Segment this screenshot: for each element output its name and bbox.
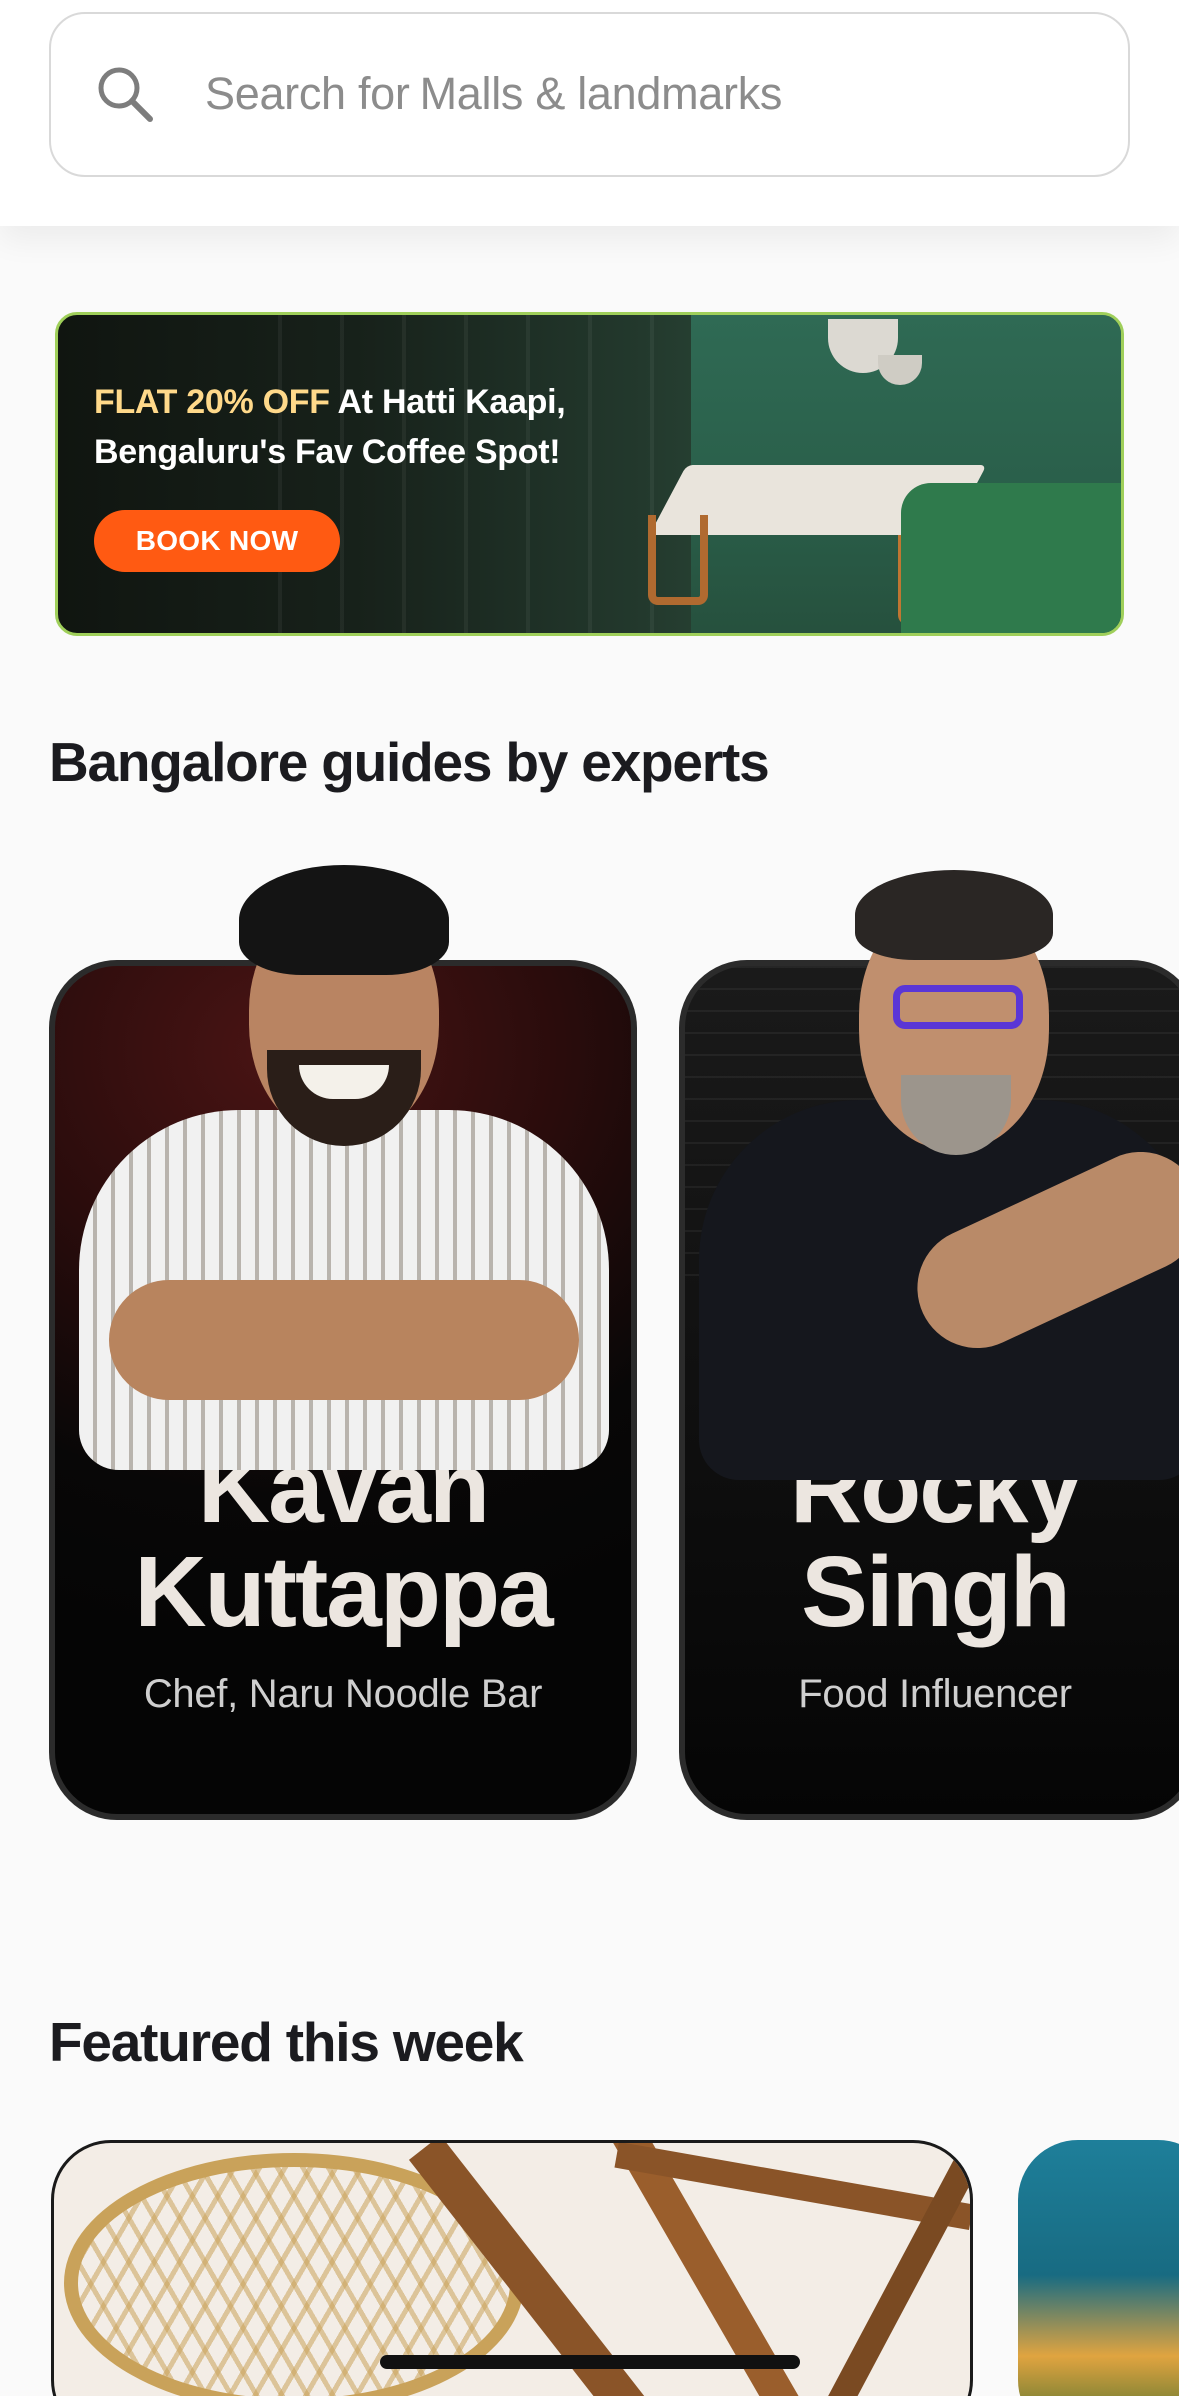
search-prefix: Search for <box>205 68 410 119</box>
hair-decor <box>855 870 1053 960</box>
banner-offer: FLAT 20% OFF <box>94 383 330 421</box>
guides-section-title: Bangalore guides by experts <box>49 731 770 793</box>
banner-headline: FLAT 20% OFF At Hatti Kaapi, Bengaluru's… <box>94 377 566 477</box>
glasses-decor <box>893 985 1023 1029</box>
search-icon <box>98 67 153 122</box>
banner-headline-line2: Bengaluru's Fav Coffee Spot! <box>94 433 561 471</box>
guide-photo-rocky <box>679 860 1179 1480</box>
guide-last-name: Singh <box>801 1536 1071 1648</box>
guide-photo-kavan <box>49 860 637 1470</box>
home-indicator[interactable] <box>380 2355 800 2369</box>
guide-last-name: Kuttappa <box>134 1536 553 1648</box>
guide-role: Chef, Naru Noodle Bar <box>143 1672 543 1716</box>
featured-card-next[interactable] <box>1018 2140 1179 2396</box>
chair-decor <box>648 515 708 605</box>
guide-role: Food Influencer <box>798 1672 1072 1716</box>
featured-section-title: Featured this week <box>49 2011 524 2073</box>
search-header: Search for Malls & landmarks <box>0 0 1179 226</box>
arms-decor <box>109 1280 579 1400</box>
search-input[interactable]: Search for Malls & landmarks <box>49 12 1130 177</box>
promo-banner[interactable]: FLAT 20% OFF At Hatti Kaapi, Bengaluru's… <box>55 312 1124 636</box>
search-placeholder: Search for Malls & landmarks <box>205 68 782 120</box>
banner-headline-rest: At Hatti Kaapi, <box>329 383 566 421</box>
hair-decor <box>239 865 449 975</box>
search-term: Malls & landmarks <box>419 68 783 119</box>
sofa-decor <box>901 483 1121 633</box>
book-now-button[interactable]: BOOK NOW <box>94 510 340 572</box>
